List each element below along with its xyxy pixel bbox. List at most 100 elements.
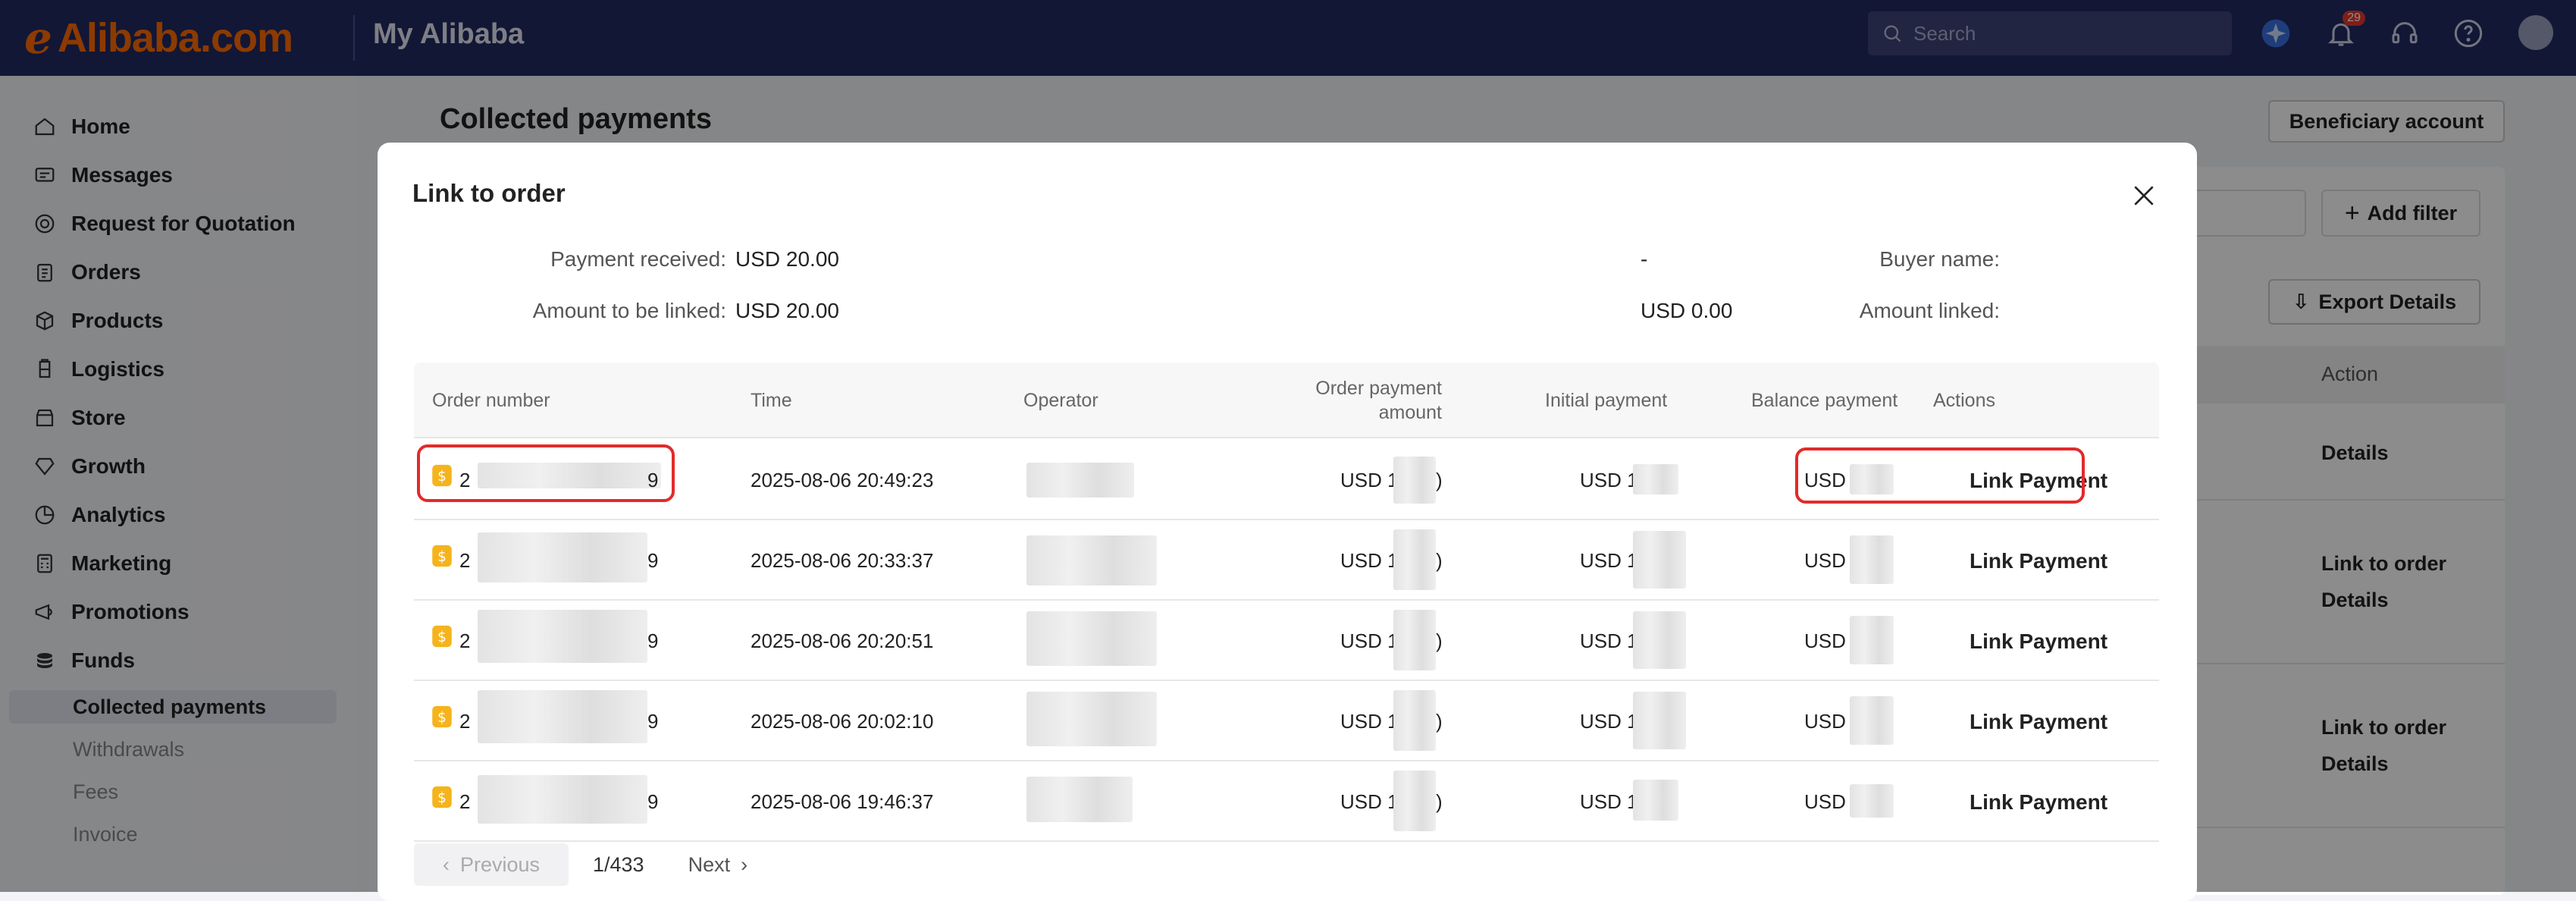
pagination: ‹ Previous 1/433 Next › — [414, 843, 747, 886]
order-payment-amount-end: ) — [1436, 790, 1443, 813]
blurred-operator — [1026, 463, 1134, 498]
column-balance-payment: Balance payment — [1751, 390, 1898, 411]
initial-payment: USD 1 — [1580, 549, 1638, 572]
amount-linked-label: Amount linked: — [1859, 299, 2000, 322]
link-payment-button[interactable]: Link Payment — [1970, 629, 2107, 654]
order-number-prefix[interactable]: 2 — [459, 790, 470, 814]
chevron-right-icon: › — [741, 852, 748, 876]
blurred-amount — [1393, 457, 1436, 504]
balance-payment: USD — [1804, 710, 1846, 733]
order-payment-amount-end: ) — [1436, 469, 1443, 491]
link-payment-button[interactable]: Link Payment — [1970, 549, 2107, 573]
amount-linked-value: USD 0.00 — [1641, 299, 1733, 322]
order-time: 2025-08-06 20:33:37 — [751, 549, 934, 572]
blurred-order-number — [478, 690, 647, 743]
close-icon — [2134, 186, 2154, 206]
order-time: 2025-08-06 20:49:23 — [751, 469, 934, 491]
blurred-operator — [1026, 535, 1157, 585]
column-operator: Operator — [1023, 390, 1098, 411]
order-payment-amount: USD 1 — [1340, 710, 1399, 733]
close-button[interactable] — [2129, 181, 2159, 211]
payment-received-label: Payment received: — [550, 247, 726, 271]
blurred-operator — [1026, 692, 1157, 746]
blurred-initial — [1633, 692, 1686, 749]
svg-text:$: $ — [437, 790, 447, 806]
orders-table-header: Order number Time Operator Order payment… — [414, 363, 2159, 438]
column-order-number: Order number — [432, 390, 550, 411]
order-number-prefix[interactable]: 2 — [459, 629, 470, 653]
blurred-balance — [1850, 535, 1894, 584]
chevron-left-icon: ‹ — [442, 852, 450, 876]
svg-text:$: $ — [437, 549, 447, 565]
buyer-name-value: - — [1641, 247, 1648, 271]
initial-payment: USD 1 — [1580, 790, 1638, 813]
table-row: $ 2 9 2025-08-06 20:33:37 USD 1 ) USD 1 … — [414, 520, 2159, 601]
balance-payment: USD — [1804, 790, 1846, 813]
order-number-suffix[interactable]: 9 — [647, 549, 658, 573]
link-payment-button[interactable]: Link Payment — [1970, 790, 2107, 815]
gold-coin-icon: $ — [432, 786, 452, 808]
table-row: $ 2 9 2025-08-06 20:02:10 USD 1 ) USD 1 … — [414, 681, 2159, 761]
column-actions: Actions — [1933, 390, 1995, 411]
order-number-highlight — [417, 444, 675, 502]
amount-to-link-value: USD 20.00 — [735, 299, 839, 322]
page-indicator: 1/433 — [593, 852, 644, 876]
column-time: Time — [751, 390, 792, 411]
blurred-balance — [1850, 784, 1894, 818]
table-row: $ 2 9 2025-08-06 20:20:51 USD 1 ) USD 1 … — [414, 601, 2159, 681]
initial-payment: USD 1 — [1580, 629, 1638, 652]
blurred-initial — [1633, 464, 1678, 494]
svg-text:$: $ — [437, 710, 447, 726]
blurred-amount — [1393, 610, 1436, 670]
blurred-operator — [1026, 611, 1157, 666]
gold-coin-icon: $ — [432, 545, 452, 567]
modal-title: Link to order — [412, 179, 566, 207]
column-initial-payment: Initial payment — [1545, 390, 1668, 411]
blurred-order-number — [478, 610, 647, 663]
order-number-suffix[interactable]: 9 — [647, 629, 658, 653]
link-to-order-modal: Link to order Payment received: USD 20.0… — [378, 143, 2197, 901]
blurred-amount — [1393, 771, 1436, 831]
blurred-operator — [1026, 777, 1133, 822]
order-number-suffix[interactable]: 9 — [647, 710, 658, 733]
blurred-amount — [1393, 690, 1436, 751]
order-payment-amount-end: ) — [1436, 710, 1443, 733]
blurred-initial — [1633, 531, 1686, 589]
link-payment-highlight — [1795, 447, 2085, 504]
blurred-order-number — [478, 775, 647, 824]
previous-button[interactable]: ‹ Previous — [414, 843, 569, 886]
gold-coin-icon: $ — [432, 705, 452, 728]
blurred-amount — [1393, 529, 1436, 590]
order-number-suffix[interactable]: 9 — [647, 790, 658, 814]
order-number-prefix[interactable]: 2 — [459, 710, 470, 733]
blurred-initial — [1633, 611, 1686, 669]
next-label: Next — [688, 852, 731, 876]
balance-payment: USD — [1804, 629, 1846, 652]
next-button[interactable]: Next › — [688, 853, 748, 877]
link-payment-button[interactable]: Link Payment — [1970, 710, 2107, 734]
order-time: 2025-08-06 20:02:10 — [751, 710, 934, 733]
blurred-balance — [1850, 696, 1894, 745]
table-row: $ 2 9 2025-08-06 19:46:37 USD 1 ) USD 1 … — [414, 761, 2159, 842]
previous-label: Previous — [459, 852, 541, 876]
order-payment-amount: USD 1 — [1340, 469, 1399, 491]
blurred-initial — [1633, 780, 1678, 821]
order-number-prefix[interactable]: 2 — [459, 549, 470, 573]
balance-payment: USD — [1804, 549, 1846, 572]
order-payment-amount: USD 1 — [1340, 790, 1399, 813]
svg-text:$: $ — [437, 629, 447, 645]
initial-payment: USD 1 — [1580, 469, 1638, 491]
buyer-name-label: Buyer name: — [1879, 247, 2000, 271]
amount-to-link-label: Amount to be linked: — [532, 299, 726, 322]
order-time: 2025-08-06 19:46:37 — [751, 790, 934, 813]
gold-coin-icon: $ — [432, 625, 452, 648]
order-payment-amount-end: ) — [1436, 629, 1443, 652]
blurred-balance — [1850, 616, 1894, 664]
payment-received-value: USD 20.00 — [735, 247, 839, 271]
initial-payment: USD 1 — [1580, 710, 1638, 733]
column-order-payment-amount: Order payment amount — [1315, 378, 1442, 423]
blurred-order-number — [478, 532, 647, 582]
order-payment-amount-end: ) — [1436, 549, 1443, 572]
order-payment-amount: USD 1 — [1340, 629, 1399, 652]
order-time: 2025-08-06 20:20:51 — [751, 629, 934, 652]
